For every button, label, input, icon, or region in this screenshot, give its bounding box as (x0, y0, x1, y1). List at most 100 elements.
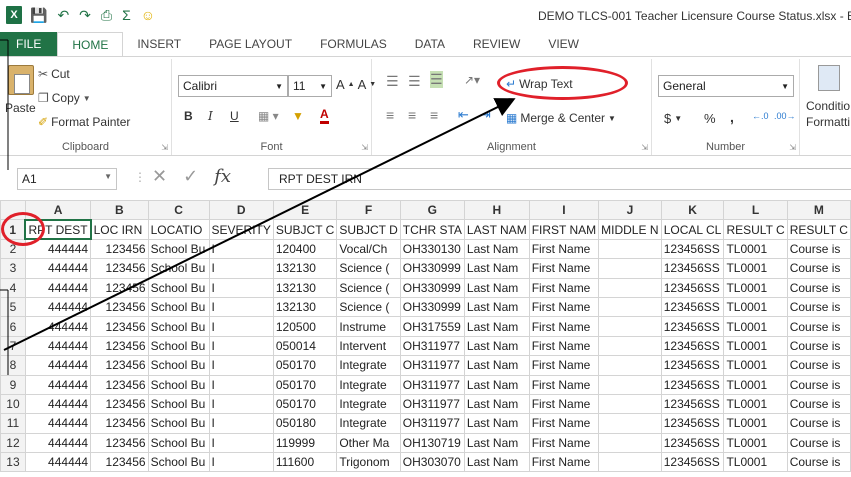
cell[interactable]: RESULT C (723, 219, 788, 240)
column-header[interactable]: I (528, 200, 600, 221)
font-size-dropdown[interactable]: 11 ▼ (288, 75, 332, 97)
cell[interactable]: OH330999 (399, 277, 465, 298)
column-header[interactable]: F (336, 200, 401, 221)
column-header[interactable]: L (723, 200, 788, 221)
cell[interactable]: Course is (786, 316, 851, 337)
cell[interactable]: 123456SS (660, 277, 725, 298)
align-center-icon[interactable]: ≡ (408, 107, 416, 123)
cell[interactable]: I (208, 355, 274, 376)
cell[interactable]: School Bu (147, 432, 210, 454)
cell[interactable]: LOCAL CL (660, 219, 725, 240)
orientation-icon[interactable]: ↗▾ (464, 73, 480, 87)
cell[interactable]: I (208, 413, 274, 434)
decrease-decimal-icon[interactable]: .00→ (774, 111, 796, 121)
cell[interactable]: 444444 (24, 432, 92, 454)
column-header[interactable]: D (208, 200, 274, 221)
cell[interactable]: 123456SS (660, 296, 725, 318)
cell[interactable]: 123456 (90, 355, 149, 376)
cell[interactable]: OH330999 (399, 258, 465, 279)
cell[interactable]: Last Nam (463, 413, 530, 434)
column-header[interactable]: K (660, 200, 725, 221)
cell[interactable]: TL0001 (723, 316, 788, 337)
cell[interactable]: 111600 (272, 452, 338, 473)
row-header[interactable]: 3 (0, 258, 26, 279)
insert-function-icon[interactable]: fx (214, 166, 231, 187)
row-header[interactable]: 12 (0, 432, 26, 454)
cell[interactable]: 444444 (24, 452, 92, 473)
cell[interactable]: First Name (528, 296, 600, 318)
cell[interactable]: School Bu (147, 413, 210, 434)
tab-home[interactable]: HOME (57, 32, 124, 56)
decrease-indent-icon[interactable]: ⇤ (458, 107, 469, 123)
comma-button[interactable]: , (730, 109, 734, 125)
cell[interactable]: 050170 (272, 355, 338, 376)
cell[interactable] (598, 355, 662, 376)
cell[interactable]: Course is (786, 413, 851, 434)
cell[interactable]: TL0001 (723, 258, 788, 279)
row-header[interactable]: 10 (0, 393, 26, 415)
column-header[interactable]: E (272, 200, 338, 221)
cell[interactable] (598, 393, 662, 415)
cell[interactable]: I (208, 238, 274, 260)
cell[interactable]: First Name (528, 258, 600, 279)
cell[interactable]: Science ( (336, 277, 401, 298)
cell[interactable]: 120500 (272, 316, 338, 337)
cell[interactable] (598, 277, 662, 298)
row-header[interactable]: 5 (0, 296, 26, 318)
cell[interactable]: Course is (786, 258, 851, 279)
formula-input[interactable]: RPT DEST IRN (268, 168, 851, 190)
cell[interactable] (598, 432, 662, 454)
cell[interactable]: OH311977 (399, 393, 465, 415)
cell[interactable]: I (208, 452, 274, 473)
smiley-icon[interactable]: ☺ (141, 7, 155, 23)
cell[interactable]: Integrate (336, 374, 401, 395)
cell[interactable]: 132130 (272, 258, 338, 279)
cell[interactable]: Course is (786, 374, 851, 395)
cell[interactable]: 123456SS (660, 413, 725, 434)
cell[interactable] (598, 296, 662, 318)
cell[interactable]: 050014 (272, 335, 338, 357)
copy-button[interactable]: ❐ Copy ▼ (38, 91, 91, 105)
cell[interactable]: Last Nam (463, 374, 530, 395)
cell[interactable]: 123456SS (660, 432, 725, 454)
increase-indent-icon[interactable]: ⇥ (480, 107, 491, 123)
cell[interactable]: 132130 (272, 277, 338, 298)
cancel-icon[interactable]: ✕ (152, 166, 167, 187)
cell[interactable]: 123456 (90, 374, 149, 395)
cell[interactable]: 050170 (272, 374, 338, 395)
cell[interactable]: 123456SS (660, 258, 725, 279)
cell[interactable]: 444444 (24, 393, 92, 415)
tab-formulas[interactable]: FORMULAS (306, 32, 401, 56)
row-header[interactable]: 7 (0, 335, 26, 357)
cell[interactable]: 444444 (24, 277, 92, 298)
number-format-dropdown[interactable]: General ▼ (658, 75, 794, 97)
grow-font-button[interactable]: A ▲ A ▼ (336, 77, 376, 92)
print-preview-icon[interactable]: ⎙ (101, 7, 112, 24)
cell[interactable]: First Name (528, 355, 600, 376)
cell[interactable]: I (208, 277, 274, 298)
column-header[interactable]: G (399, 200, 465, 221)
cell[interactable]: Trigonom (336, 452, 401, 473)
cell[interactable]: 123456SS (660, 335, 725, 357)
cell[interactable]: Last Nam (463, 432, 530, 454)
cell[interactable]: TL0001 (723, 374, 788, 395)
cell[interactable]: OH317559 (399, 316, 465, 337)
column-header[interactable]: J (598, 200, 662, 221)
cell[interactable]: OH330130 (399, 238, 465, 260)
row-header[interactable]: 6 (0, 316, 26, 337)
cell[interactable]: 120400 (272, 238, 338, 260)
column-header[interactable]: C (147, 200, 210, 221)
cell[interactable]: 123456 (90, 432, 149, 454)
cell[interactable]: 123456SS (660, 316, 725, 337)
cell[interactable]: 050170 (272, 393, 338, 415)
column-header[interactable]: B (90, 200, 149, 221)
cell[interactable]: 050180 (272, 413, 338, 434)
row-header[interactable]: 4 (0, 277, 26, 298)
cell[interactable]: 123456 (90, 452, 149, 473)
cell[interactable]: OH311977 (399, 355, 465, 376)
cell[interactable]: Last Nam (463, 277, 530, 298)
cell[interactable]: TL0001 (723, 238, 788, 260)
cell[interactable]: Integrate (336, 393, 401, 415)
increase-decimal-icon[interactable]: ←.0 (752, 111, 769, 121)
cell[interactable]: School Bu (147, 296, 210, 318)
